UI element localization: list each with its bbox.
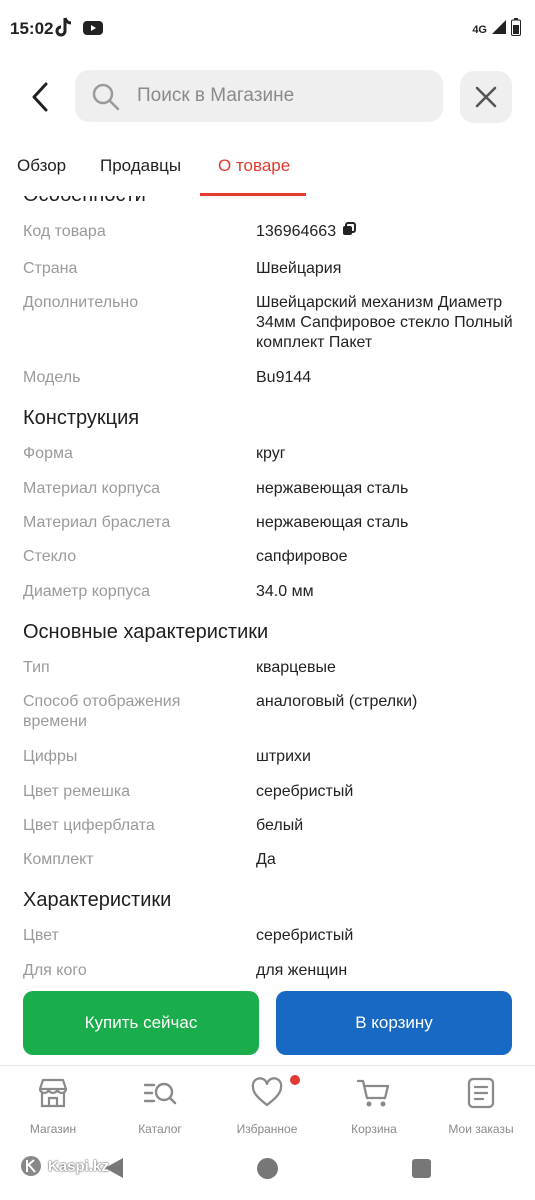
battery-icon — [511, 18, 521, 41]
spec-value: аналоговый (стрелки) — [256, 693, 418, 710]
spec-value-product-code: 136964663 — [256, 222, 526, 242]
search-input[interactable]: Поиск в Магазине — [75, 70, 443, 122]
back-button[interactable] — [20, 76, 60, 118]
spec-value: для женщин — [256, 962, 348, 979]
spec-label: Страна — [23, 260, 78, 277]
section-title-features: Особенности — [23, 196, 146, 207]
tab-sellers[interactable]: Продавцы — [100, 156, 181, 176]
catalog-icon — [143, 1082, 177, 1105]
spec-value: кварцевые — [256, 659, 336, 676]
kaspi-logo-icon — [21, 1156, 41, 1176]
tiktok-icon — [54, 17, 74, 44]
spec-value: серебристый — [256, 927, 354, 944]
heart-icon — [251, 1077, 283, 1107]
spec-value: Да — [256, 851, 276, 868]
spec-label: Цвет — [23, 927, 59, 944]
spec-value: нержавеющая сталь — [256, 480, 409, 497]
status-bar: 15:02 4G — [0, 0, 535, 58]
spec-label: Цвет ремешка — [23, 783, 131, 800]
section-title-main: Основные характеристики — [23, 621, 269, 643]
spec-label: Дополнительно — [23, 294, 139, 311]
kaspi-watermark: Kaspi.kz — [20, 1155, 109, 1177]
search-placeholder: Поиск в Магазине — [137, 85, 295, 106]
spec-value: Bu9144 — [256, 369, 312, 386]
section-title-characteristics: Характеристики — [23, 889, 172, 911]
spec-value: 34.0 мм — [256, 583, 314, 600]
favorites-badge — [290, 1075, 300, 1085]
section-title-construction: Конструкция — [23, 407, 140, 429]
nav-item-favorites[interactable]: Избранное — [217, 1076, 317, 1136]
nav-label-orders: Мои заказы — [448, 1122, 514, 1136]
spec-label: Способ отображения времени — [23, 693, 181, 730]
spec-label: Комплект — [23, 851, 94, 868]
status-time: 15:02 — [10, 19, 54, 38]
close-button[interactable] — [460, 71, 512, 123]
spec-value: Швейцария — [256, 260, 342, 277]
product-code: 136964663 — [256, 223, 337, 241]
product-specs: Особенности Код товара 136964663 Страна … — [0, 196, 535, 986]
nav-item-catalog[interactable]: Каталог — [110, 1076, 210, 1136]
header: Поиск в Магазине — [0, 70, 535, 124]
system-home-button[interactable] — [257, 1158, 278, 1179]
search-icon — [91, 82, 121, 117]
orders-icon — [467, 1077, 495, 1109]
youtube-icon — [82, 17, 104, 44]
system-back-button[interactable] — [104, 1157, 124, 1184]
chevron-left-icon — [32, 82, 48, 112]
network-type-label: 4G — [472, 23, 487, 36]
nav-label-favorites: Избранное — [236, 1122, 298, 1136]
watermark-text: Kaspi.kz — [48, 1157, 109, 1175]
close-icon — [475, 86, 497, 108]
spec-value: белый — [256, 817, 304, 834]
spec-label: Цифры — [23, 748, 78, 765]
spec-value: штрихи — [256, 748, 311, 765]
copy-icon[interactable] — [342, 222, 357, 242]
nav-item-store[interactable]: Магазин — [3, 1076, 103, 1136]
cart-icon — [356, 1079, 390, 1107]
tab-about-product[interactable]: О товаре — [218, 156, 290, 176]
nav-item-orders[interactable]: Мои заказы — [431, 1076, 531, 1136]
spec-value: Швейцарский механизм Диаметр 34мм Сапфир… — [256, 294, 513, 351]
spec-label: Для кого — [23, 962, 87, 979]
tab-bar: Обзор Продавцы О товаре — [0, 148, 535, 196]
spec-label: Цвет циферблата — [23, 817, 155, 834]
buy-now-button[interactable]: Купить сейчас — [23, 991, 259, 1055]
status-indicators: 4G — [472, 18, 521, 41]
tab-overview[interactable]: Обзор — [17, 156, 66, 176]
spec-value: круг — [256, 445, 286, 462]
spec-label: Код товара — [23, 223, 106, 240]
bottom-nav: Магазин Каталог Избранное Корзина Мои за… — [0, 1065, 535, 1145]
signal-icon — [491, 19, 507, 40]
spec-label: Материал корпуса — [23, 480, 160, 497]
store-icon — [38, 1078, 68, 1108]
nav-label-cart: Корзина — [351, 1122, 397, 1136]
spec-label: Материал браслета — [23, 514, 171, 531]
system-nav-bar: Kaspi.kz — [0, 1145, 535, 1200]
spec-label: Диаметр корпуса — [23, 583, 151, 600]
spec-label: Модель — [23, 369, 81, 386]
spec-label: Форма — [23, 445, 73, 462]
spec-label: Тип — [23, 659, 50, 676]
spec-label: Стекло — [23, 548, 77, 565]
nav-label-store: Магазин — [29, 1122, 77, 1136]
nav-label-catalog: Каталог — [138, 1122, 182, 1136]
system-recents-button[interactable] — [412, 1159, 431, 1178]
spec-value: серебристый — [256, 783, 354, 800]
spec-value: сапфировое — [256, 548, 348, 565]
spec-value: нержавеющая сталь — [256, 514, 409, 531]
nav-item-cart[interactable]: Корзина — [324, 1076, 424, 1136]
add-to-cart-button[interactable]: В корзину — [276, 991, 512, 1055]
